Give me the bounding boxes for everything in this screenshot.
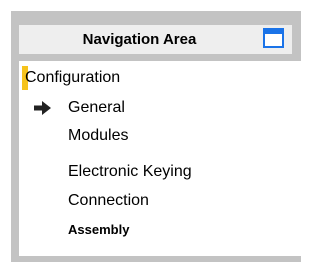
arrow-right-icon (34, 101, 51, 115)
tree-item-label: Configuration (25, 69, 121, 86)
tree-item-label: General (68, 99, 125, 116)
navigation-tree: Configuration General Modules Electronic… (19, 61, 308, 256)
navigation-title: Navigation Area (82, 31, 197, 48)
tree-item-label: Assembly (68, 222, 130, 237)
tree-item-modules[interactable]: Modules (19, 124, 249, 148)
navigation-header: Navigation Area (19, 25, 292, 54)
tree-item-configuration[interactable]: Configuration (19, 66, 239, 90)
tree-item-assembly[interactable]: Assembly (19, 218, 249, 242)
tree-item-label: Electronic Keying (68, 163, 192, 180)
tree-item-label: Modules (68, 127, 129, 144)
tree-item-label: Connection (68, 192, 149, 209)
tree-item-electronic-keying[interactable]: Electronic Keying (19, 160, 249, 184)
tree-item-general[interactable]: General (19, 96, 249, 120)
window-icon[interactable] (263, 28, 284, 48)
tree-item-connection[interactable]: Connection (19, 189, 249, 213)
